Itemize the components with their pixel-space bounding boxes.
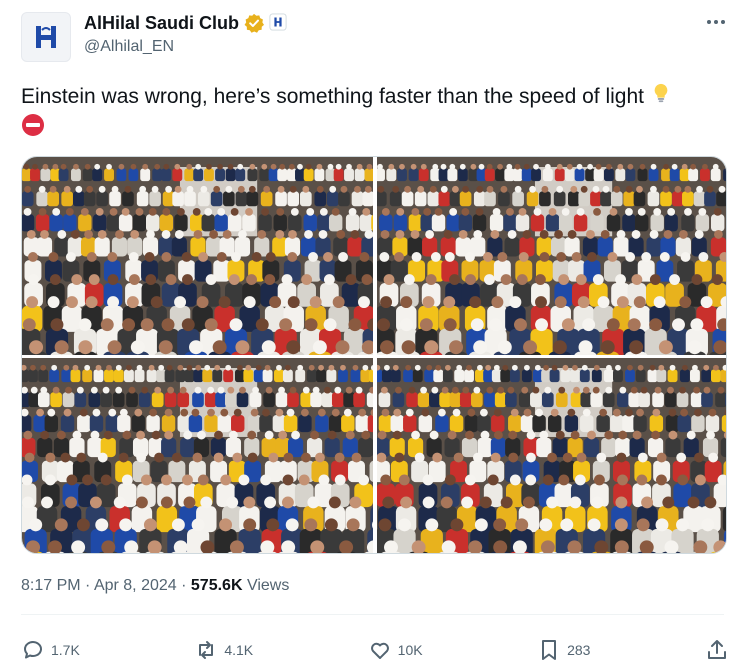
no-entry-emoji-icon	[21, 113, 45, 146]
author-name-row: AlHilal Saudi Club	[84, 12, 289, 34]
tweet-time[interactable]: 8:17 PM	[21, 577, 81, 594]
share-button[interactable]	[705, 638, 729, 662]
heart-icon	[370, 642, 389, 659]
meta-separator: ·	[85, 577, 91, 594]
affiliation-badge-icon[interactable]	[269, 13, 289, 33]
share-icon	[707, 640, 726, 659]
avatar[interactable]	[21, 12, 71, 62]
meta-separator: ·	[181, 577, 187, 594]
display-name[interactable]: AlHilal Saudi Club	[84, 12, 239, 34]
repost-count: 4.1K	[224, 642, 254, 658]
repost-icon	[199, 641, 214, 659]
lightbulb-emoji-icon	[650, 82, 672, 113]
tweet-meta: 8:17 PM · Apr 8, 2024 · 575.6K Views	[21, 577, 289, 595]
author-handle[interactable]: @Alhilal_EN	[84, 38, 174, 56]
alhilal-crest-icon	[36, 26, 56, 48]
bookmark-count: 283	[567, 642, 591, 658]
divider	[21, 614, 724, 615]
tweet-date[interactable]: Apr 8, 2024	[94, 577, 177, 594]
repost-button[interactable]: 4.1K	[194, 638, 253, 662]
crowd-photo-4[interactable]	[377, 358, 726, 553]
crowd-photo-3[interactable]	[22, 358, 373, 553]
reply-button[interactable]: 1.7K	[21, 638, 80, 662]
bookmark-button[interactable]: 283	[537, 638, 590, 662]
reply-count: 1.7K	[51, 642, 80, 658]
views-count: 575.6K	[190, 577, 243, 594]
action-bar: 1.7K 4.1K 10K 283	[21, 636, 729, 664]
verified-badge-icon[interactable]	[244, 13, 265, 33]
tweet-card: AlHilal Saudi Club @Alhilal_EN Einstein …	[0, 0, 745, 672]
media-grid	[21, 156, 727, 554]
crowd-photo-1[interactable]	[22, 157, 373, 355]
tweet-text-content: Einstein was wrong, here’s something fas…	[21, 85, 644, 109]
tweet-text: Einstein was wrong, here’s something fas…	[21, 82, 721, 146]
bookmark-icon	[542, 640, 557, 660]
crowd-photo-2[interactable]	[377, 157, 726, 355]
more-options-icon[interactable]	[705, 14, 727, 30]
like-count: 10K	[397, 642, 423, 658]
reply-icon	[24, 641, 42, 659]
views-label: Views	[246, 577, 290, 594]
like-button[interactable]: 10K	[368, 638, 423, 662]
